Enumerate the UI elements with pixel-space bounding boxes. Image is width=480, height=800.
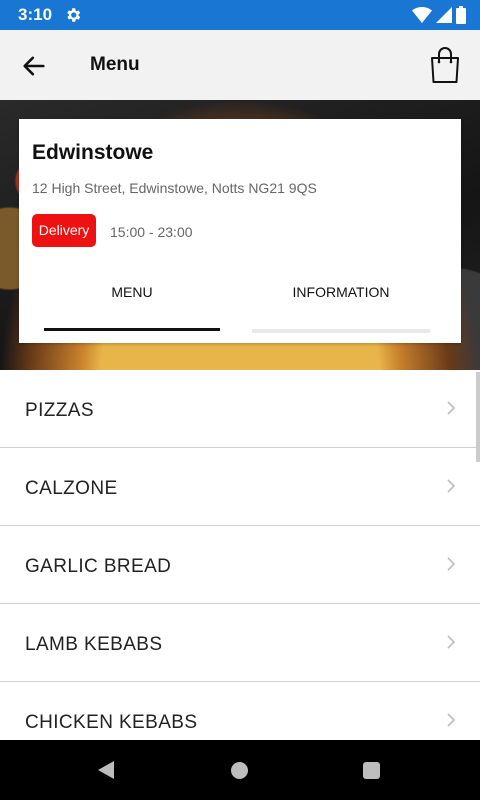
category-item-garlic-bread[interactable]: GARLIC BREAD [0,526,480,604]
status-bar: 3:10 [0,0,480,30]
chevron-right-icon [447,635,456,649]
store-info-card: Edwinstowe 12 High Street, Edwinstowe, N… [19,119,461,343]
delivery-badge: Delivery [32,214,96,247]
category-item-pizzas[interactable]: PIZZAS [0,370,480,448]
category-label: GARLIC BREAD [25,556,172,577]
category-item-calzone[interactable]: CALZONE [0,448,480,526]
system-nav-bar [0,740,480,800]
chevron-right-icon [447,557,456,571]
chevron-right-icon [447,401,456,415]
nav-back-icon[interactable] [96,760,116,780]
page-title: Menu [90,54,140,75]
category-list: PIZZAS CALZONE GARLIC BREAD LAMB KEBABS … [0,370,480,740]
nav-recents-icon[interactable] [363,762,380,779]
category-label: LAMB KEBABS [25,634,163,655]
inactive-tab-indicator [252,329,430,333]
opening-hours: 15:00 - 23:00 [110,224,193,240]
wifi-icon [412,7,432,23]
store-address: 12 High Street, Edwinstowe, Notts NG21 9… [32,180,317,196]
category-label: CHICKEN KEBABS [25,712,198,733]
shopping-bag-icon[interactable] [428,46,462,84]
store-name: Edwinstowe [32,141,154,164]
back-arrow-icon[interactable] [20,52,48,80]
active-tab-indicator [44,328,220,331]
battery-icon [456,6,466,24]
category-item-lamb-kebabs[interactable]: LAMB KEBABS [0,604,480,682]
category-item-chicken-kebabs[interactable]: CHICKEN KEBABS [0,682,480,740]
category-label: CALZONE [25,478,118,499]
settings-gear-icon [67,8,81,22]
status-time: 3:10 [18,5,53,24]
category-label: PIZZAS [25,400,94,421]
chevron-right-icon [447,479,456,493]
app-bar: Menu [0,30,480,100]
tab-menu[interactable]: MENU [44,284,220,300]
cell-signal-icon [436,7,452,23]
scrollbar-thumb[interactable] [476,372,480,462]
status-icons [412,6,466,24]
nav-home-icon[interactable] [231,762,248,779]
chevron-right-icon [447,713,456,727]
tab-information[interactable]: INFORMATION [252,284,430,300]
